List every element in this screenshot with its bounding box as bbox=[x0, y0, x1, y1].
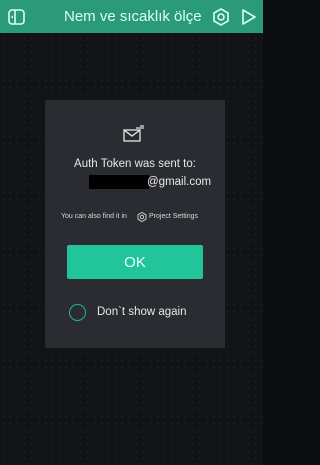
mail-sent-icon bbox=[123, 125, 144, 142]
project-title: Nem ve sıcaklık ölçe bbox=[64, 8, 202, 25]
top-bar: Nem ve sıcaklık ölçe bbox=[0, 0, 263, 33]
ok-button[interactable]: OK bbox=[67, 245, 203, 279]
settings-hex-icon bbox=[137, 212, 147, 222]
dont-show-again-label: Don`t show again bbox=[97, 306, 187, 318]
auth-token-dialog: Auth Token was sent to: @gmail.com You c… bbox=[45, 100, 225, 348]
email-address: @gmail.com bbox=[45, 174, 225, 190]
dont-show-again-option[interactable]: Don`t show again bbox=[69, 302, 209, 322]
redacted-email-user bbox=[89, 175, 149, 189]
dont-show-again-radio[interactable] bbox=[69, 304, 86, 321]
dashboard-icon[interactable] bbox=[7, 7, 27, 27]
app-screen: Nem ve sıcaklık ölçe Auth Token was sent… bbox=[0, 0, 263, 465]
project-settings-link: Project Settings bbox=[149, 213, 199, 220]
email-domain: @gmail.com bbox=[147, 176, 212, 188]
auth-token-message: Auth Token was sent to: bbox=[74, 158, 196, 170]
play-icon[interactable] bbox=[241, 8, 257, 26]
settings-hint: You can also find it in Project Settings bbox=[45, 211, 225, 223]
hint-text: You can also find it in bbox=[61, 213, 127, 220]
ok-button-label: OK bbox=[124, 253, 146, 271]
settings-hex-icon[interactable] bbox=[212, 8, 230, 26]
